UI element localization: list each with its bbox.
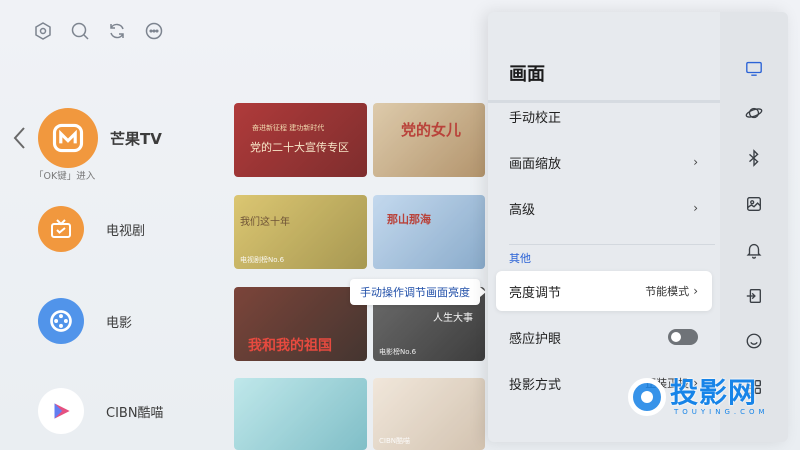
menu-item-label: 感应护眼 xyxy=(509,331,562,347)
brightness-tooltip: 手动操作调节画面亮度 xyxy=(350,279,486,305)
watermark-logo-icon xyxy=(628,378,666,416)
face-icon[interactable] xyxy=(744,331,764,351)
menu-item-label: 亮度调节 xyxy=(509,285,562,301)
toggle-knob xyxy=(671,332,681,342)
menu-item-label: 投影方式 xyxy=(509,377,562,393)
panel-title: 画面 xyxy=(509,64,545,85)
planet-icon[interactable] xyxy=(744,103,764,123)
picture-icon[interactable] xyxy=(744,58,764,78)
menu-item-brightness[interactable]: 亮度调节 节能模式 › xyxy=(496,271,712,311)
menu-item-label: 高级 xyxy=(509,202,536,218)
touying-watermark: 投影网 TOUYING.COM xyxy=(628,378,769,416)
menu-item-manual-correction[interactable]: 手动校正 xyxy=(496,96,712,136)
watermark-text: 投影网 TOUYING.COM xyxy=(670,376,769,417)
menu-item-eye-protection[interactable]: 感应护眼 xyxy=(496,317,712,357)
menu-item-label: 手动校正 xyxy=(509,110,562,126)
watermark-main: 投影网 xyxy=(670,376,758,409)
menu-item-advanced[interactable]: 高级 › xyxy=(496,188,712,228)
input-source-icon[interactable] xyxy=(744,286,764,306)
image-settings-icon[interactable] xyxy=(744,194,764,214)
menu-item-value: 节能模式 › xyxy=(645,283,698,299)
menu-item-picture-zoom[interactable]: 画面缩放 › xyxy=(496,142,712,182)
chevron-right-icon: › xyxy=(693,284,698,298)
watermark-sub: TOUYING.COM xyxy=(674,408,769,416)
eye-protection-toggle[interactable] xyxy=(668,329,698,345)
section-label-other: 其他 xyxy=(509,252,531,265)
chevron-right-icon: › xyxy=(693,201,698,215)
chevron-right-icon: › xyxy=(693,155,698,169)
brightness-mode-value: 节能模式 xyxy=(645,285,690,298)
section-divider xyxy=(509,244,715,245)
bell-icon[interactable] xyxy=(744,240,764,260)
bluetooth-icon[interactable] xyxy=(744,148,764,168)
menu-item-label: 画面缩放 xyxy=(509,156,562,172)
